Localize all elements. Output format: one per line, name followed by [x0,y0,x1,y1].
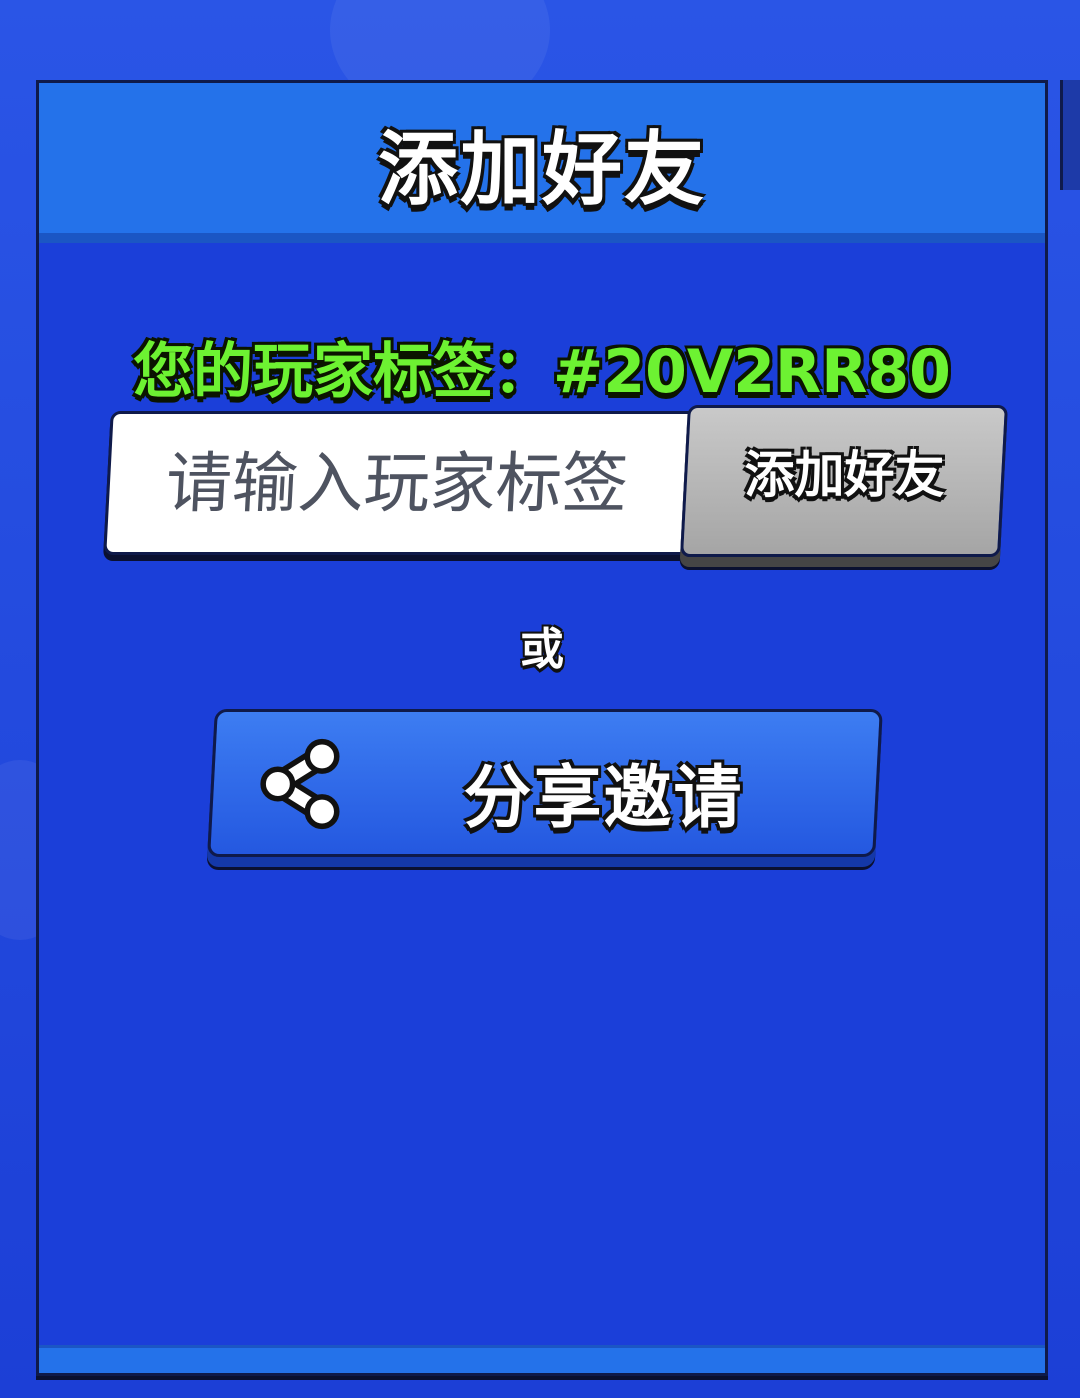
player-tag-input-container[interactable] [103,411,723,555]
add-friend-button-label: 添加好友 [744,446,945,504]
adjacent-panel-edge [1060,80,1080,190]
share-icon [260,738,340,830]
player-tag-label: 您的玩家标签：#20V2RR80 [133,337,951,407]
add-friend-dialog: 添加好友 您的玩家标签：#20V2RR80 添加好友 或 分享邀请 [36,80,1048,1376]
dialog-title: 添加好友 [378,123,706,216]
player-tag-input[interactable] [106,414,720,552]
dialog-header: 添加好友 [39,83,1045,243]
add-friend-button[interactable]: 添加好友 [680,405,1008,557]
dialog-footer [39,1345,1045,1373]
share-invite-button[interactable]: 分享邀请 [207,709,883,857]
share-invite-label: 分享邀请 [463,759,744,838]
or-separator: 或 [520,624,564,675]
